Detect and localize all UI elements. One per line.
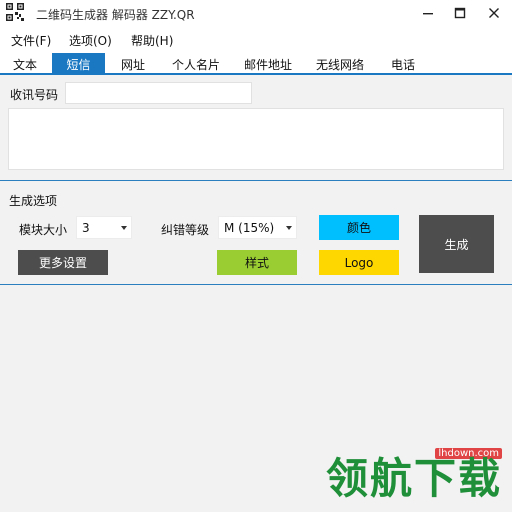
watermark-text: 领航下载 [325,454,502,503]
tab-wifi[interactable]: 无线网络 [310,53,370,75]
close-button[interactable] [476,0,512,26]
module-size-label: 模块大小 [19,223,68,237]
generate-button[interactable]: 生成 [419,215,494,273]
menu-bar: 文件(F) 选项(O) 帮助(H) [0,28,512,52]
divider-bottom [0,284,512,285]
window-title: 二维码生成器 解码器 ZZY.QR [36,8,195,22]
menu-file[interactable]: 文件(F) [11,32,51,49]
logo-button[interactable]: Logo [319,250,399,275]
maximize-icon [454,7,466,19]
number-label: 收讯号码 [10,88,59,102]
chevron-down-icon [286,226,292,230]
number-input[interactable] [65,82,252,104]
watermark-logo: lhdown.com 领航下载 [316,448,506,510]
divider-top [0,180,512,181]
qr-code-icon [5,2,25,22]
title-bar: 二维码生成器 解码器 ZZY.QR [0,0,512,28]
options-section-title: 生成选项 [9,194,58,208]
tab-phone[interactable]: 电话 [382,53,424,75]
tab-bar: 文本 短信 网址 个人名片 邮件地址 无线网络 电话 [0,52,512,75]
tab-url[interactable]: 网址 [112,53,154,75]
module-size-value: 3 [82,220,90,235]
chevron-down-icon [121,226,127,230]
tab-sms[interactable]: 短信 [52,53,105,75]
color-button[interactable]: 颜色 [319,215,399,240]
more-settings-button[interactable]: 更多设置 [18,250,108,275]
style-button[interactable]: 样式 [217,250,297,275]
error-level-select[interactable]: M (15%) [218,216,297,239]
minimize-button[interactable] [410,0,446,26]
message-textarea[interactable] [8,108,504,170]
menu-help[interactable]: 帮助(H) [131,32,173,49]
tab-text[interactable]: 文本 [4,53,46,75]
menu-options[interactable]: 选项(O) [69,32,112,49]
module-size-select[interactable]: 3 [76,216,132,239]
maximize-button[interactable] [442,0,478,26]
close-icon [489,8,499,18]
error-level-label: 纠错等级 [161,223,210,237]
minimize-icon [423,13,433,15]
error-level-value: M (15%) [224,220,275,235]
tab-email[interactable]: 邮件地址 [238,53,298,75]
tab-vcard[interactable]: 个人名片 [166,53,226,75]
